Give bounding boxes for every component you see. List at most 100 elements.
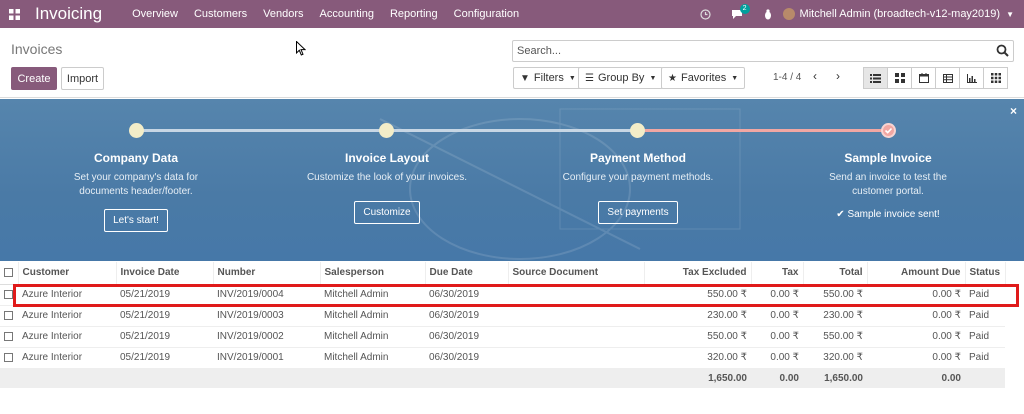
cell-total: 550.00 ₹ bbox=[803, 326, 867, 348]
sample-sent-status: ✔ Sample invoice sent! bbox=[793, 209, 983, 220]
groupby-dropdown[interactable]: ☰ Group By ▼ bbox=[578, 67, 664, 89]
create-button[interactable]: Create bbox=[11, 67, 57, 90]
customize-button[interactable]: Customize bbox=[354, 201, 420, 224]
grid-view-icon[interactable] bbox=[983, 67, 1008, 89]
column-due-date[interactable]: Due Date bbox=[425, 262, 509, 285]
search-icon[interactable] bbox=[996, 44, 1009, 60]
check-icon bbox=[884, 127, 893, 134]
column-customer[interactable]: Customer bbox=[18, 262, 117, 285]
cell-salesperson: Mitchell Admin bbox=[320, 284, 425, 306]
column-status[interactable]: Status bbox=[965, 262, 1006, 285]
column-tax-excluded[interactable]: Tax Excluded bbox=[644, 262, 752, 285]
main-menu: Overview Customers Vendors Accounting Re… bbox=[124, 8, 527, 20]
cell-total: 550.00 ₹ bbox=[803, 284, 867, 306]
step-title: Payment Method bbox=[589, 151, 686, 165]
filters-dropdown[interactable]: ▼ Filters ▼ bbox=[513, 67, 583, 89]
search-input[interactable] bbox=[517, 41, 987, 61]
pager-value[interactable]: 1-4 / 4 bbox=[773, 72, 801, 83]
footer-tax-excluded: 1,650.00 bbox=[644, 368, 751, 388]
table-row[interactable]: Azure Interior 05/21/2019 INV/2019/0004 … bbox=[0, 284, 1005, 306]
column-invoice-date[interactable]: Invoice Date bbox=[116, 262, 214, 285]
step-payment-method: Payment Method Configure your payment me… bbox=[543, 151, 733, 224]
cell-tax: 0.00 ₹ bbox=[751, 305, 803, 327]
graph-view-icon[interactable] bbox=[959, 67, 984, 89]
pivot-view-icon[interactable] bbox=[935, 67, 960, 89]
top-navbar: Invoicing Overview Customers Vendors Acc… bbox=[0, 0, 1024, 28]
set-payments-button[interactable]: Set payments bbox=[598, 201, 678, 224]
menu-configuration[interactable]: Configuration bbox=[454, 8, 519, 20]
cell-due-date: 06/30/2019 bbox=[425, 326, 508, 348]
cell-source-document bbox=[508, 284, 644, 306]
import-button[interactable]: Import bbox=[61, 67, 104, 90]
lets-start-button[interactable]: Let's start! bbox=[104, 209, 168, 232]
kanban-view-icon[interactable] bbox=[887, 67, 912, 89]
search-bar bbox=[512, 40, 1014, 62]
cell-invoice-date: 05/21/2019 bbox=[116, 305, 213, 327]
progress-line-done bbox=[638, 129, 888, 132]
cell-status: Paid bbox=[965, 305, 1005, 327]
cell-customer: Azure Interior bbox=[18, 326, 116, 348]
groupby-label: Group By bbox=[597, 72, 645, 84]
cell-number: INV/2019/0001 bbox=[213, 347, 320, 369]
avatar[interactable] bbox=[782, 8, 795, 20]
select-all-checkbox[interactable] bbox=[0, 262, 19, 285]
user-menu[interactable]: Mitchell Admin (broadtech-v12-may2019) bbox=[800, 8, 1001, 20]
table-row[interactable]: Azure Interior 05/21/2019 INV/2019/0003 … bbox=[0, 305, 1005, 327]
row-checkbox[interactable] bbox=[0, 326, 18, 348]
menu-accounting[interactable]: Accounting bbox=[320, 8, 374, 20]
star-icon: ★ bbox=[668, 72, 677, 84]
close-icon[interactable]: × bbox=[1010, 104, 1017, 118]
column-source-document[interactable]: Source Document bbox=[508, 262, 645, 285]
cell-customer: Azure Interior bbox=[18, 347, 116, 369]
step-title: Sample Invoice bbox=[844, 151, 932, 165]
pager-next-icon[interactable]: › bbox=[836, 69, 840, 83]
footer-tax: 0.00 bbox=[751, 368, 803, 388]
column-tax[interactable]: Tax bbox=[751, 262, 804, 285]
list-view-icon[interactable] bbox=[863, 67, 888, 89]
pager-previous-icon[interactable]: ‹ bbox=[813, 69, 817, 83]
bug-icon[interactable] bbox=[763, 8, 773, 20]
mouse-cursor-icon bbox=[296, 40, 307, 59]
favorites-dropdown[interactable]: ★ Favorites ▼ bbox=[661, 67, 746, 89]
footer-amount-due: 0.00 bbox=[867, 368, 965, 388]
cell-due-date: 06/30/2019 bbox=[425, 347, 508, 369]
cell-invoice-date: 05/21/2019 bbox=[116, 284, 213, 306]
cell-number: INV/2019/0004 bbox=[213, 284, 320, 306]
chevron-down-icon[interactable]: ▼ bbox=[1006, 10, 1014, 19]
column-total[interactable]: Total bbox=[803, 262, 868, 285]
calendar-view-icon[interactable] bbox=[911, 67, 936, 89]
page-title[interactable]: Invoices bbox=[11, 41, 62, 57]
column-number[interactable]: Number bbox=[213, 262, 321, 285]
cell-tax: 0.00 ₹ bbox=[751, 284, 803, 306]
menu-reporting[interactable]: Reporting bbox=[390, 8, 438, 20]
invoice-table: Customer Invoice Date Number Salesperson… bbox=[0, 262, 1006, 388]
cell-source-document bbox=[508, 347, 644, 369]
step-dot-payment-method bbox=[630, 123, 645, 138]
cell-number: INV/2019/0003 bbox=[213, 305, 320, 327]
cell-status: Paid bbox=[965, 284, 1005, 306]
column-salesperson[interactable]: Salesperson bbox=[320, 262, 426, 285]
cell-total: 320.00 ₹ bbox=[803, 347, 867, 369]
apps-grid-icon[interactable] bbox=[2, 0, 26, 28]
app-brand[interactable]: Invoicing bbox=[35, 4, 102, 24]
chat-icon[interactable]: 2 bbox=[731, 3, 750, 20]
step-description: Configure your payment methods. bbox=[562, 172, 714, 183]
row-checkbox[interactable] bbox=[0, 347, 18, 369]
row-checkbox[interactable] bbox=[0, 305, 18, 327]
cell-source-document bbox=[508, 305, 644, 327]
bars-icon: ☰ bbox=[585, 72, 594, 84]
activity-clock-icon[interactable] bbox=[699, 8, 711, 20]
row-checkbox[interactable] bbox=[0, 284, 18, 306]
step-title: Invoice Layout bbox=[344, 151, 430, 165]
menu-vendors[interactable]: Vendors bbox=[263, 8, 303, 20]
filters-label: Filters bbox=[533, 72, 564, 84]
menu-overview[interactable]: Overview bbox=[132, 8, 178, 20]
column-amount-due[interactable]: Amount Due bbox=[867, 262, 966, 285]
cell-salesperson: Mitchell Admin bbox=[320, 305, 425, 327]
table-row[interactable]: Azure Interior 05/21/2019 INV/2019/0001 … bbox=[0, 347, 1005, 369]
table-row[interactable]: Azure Interior 05/21/2019 INV/2019/0002 … bbox=[0, 326, 1005, 348]
view-switcher bbox=[863, 67, 1008, 89]
navbar-systray: 2 Mitchell Admin (broadtech-v12-may2019)… bbox=[690, 0, 1014, 28]
menu-customers[interactable]: Customers bbox=[194, 8, 247, 20]
onboarding-banner: × Company Data Set your company's data f… bbox=[0, 99, 1024, 261]
